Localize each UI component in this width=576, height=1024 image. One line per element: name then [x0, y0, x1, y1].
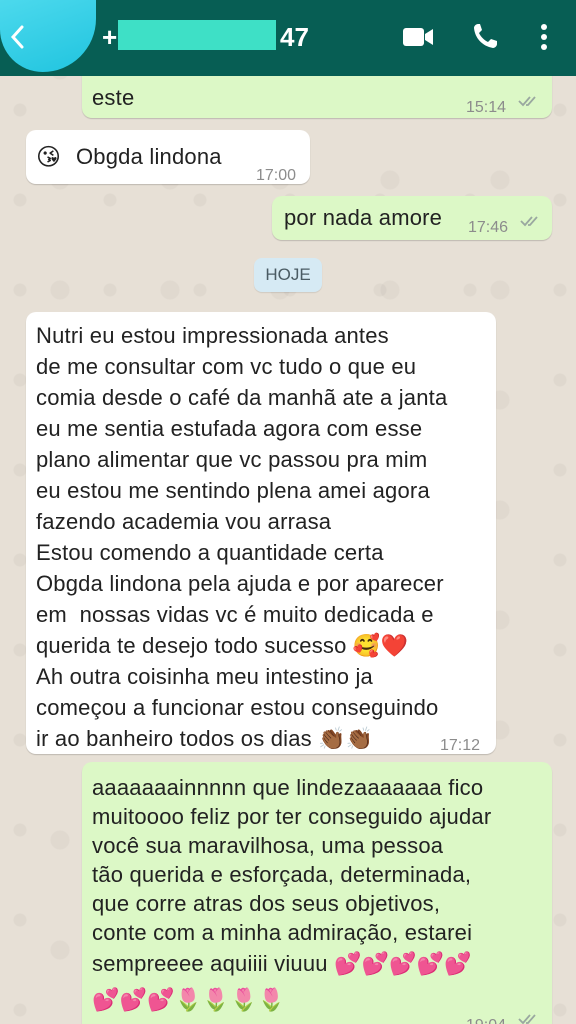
message-line: Estou comendo a quantidade certa [36, 540, 384, 565]
read-ticks-icon [518, 96, 536, 107]
message-time: 17:46 [468, 219, 509, 236]
message-text: este [92, 85, 135, 110]
message-line: Obgda lindona pela ajuda e por aparecer [36, 571, 444, 596]
message-time: 15:14 [466, 99, 507, 116]
kiss-emoji-icon: 😘 [36, 143, 62, 171]
message-line: sempreeee aquiiii viuuu 💕💕💕💕💕 [92, 951, 473, 976]
back-arrow-icon[interactable] [8, 24, 28, 50]
message-text: por nada amore [284, 205, 443, 230]
message-bubble-outgoing[interactable]: por nada amore 17:46 [272, 196, 552, 240]
message-bubble-outgoing[interactable]: aaaaaaainnnnn que lindezaaaaaaa fico mui… [82, 762, 552, 1024]
message-line: Ah outra coisinha meu intestino ja [36, 664, 373, 689]
message-line: tão querida e esforçada, determinada, [92, 862, 472, 887]
chat-header: + 47 [0, 0, 576, 76]
message-line: comia desde o café da manhã ate a janta [36, 385, 448, 410]
message-line: que corre atras dos seus objetivos, [92, 891, 441, 916]
message-line: aaaaaaainnnnn que lindezaaaaaaa fico [92, 775, 484, 800]
message-time: 17:12 [440, 737, 481, 754]
contact-number-redaction [118, 20, 276, 50]
message-line: Nutri eu estou impressionada antes [36, 323, 389, 348]
message-bubble-incoming[interactable]: Nutri eu estou impressionada antes de me… [26, 312, 496, 754]
message-line: você sua maravilhosa, uma pessoa [92, 833, 444, 858]
more-vert-icon[interactable] [538, 22, 550, 52]
contact-suffix[interactable]: 47 [280, 22, 309, 53]
message-line: fazendo academia vou arrasa [36, 509, 332, 534]
video-call-icon[interactable] [402, 26, 434, 48]
date-divider: HOJE [254, 258, 322, 292]
message-time: 17:00 [256, 167, 297, 184]
message-bubble-incoming[interactable]: 😘 Obgda lindona 17:00 [26, 130, 310, 184]
message-line: muitoooo feliz por ter conseguido ajudar [92, 804, 492, 829]
message-line: plano alimentar que vc passou pra mim [36, 447, 428, 472]
message-line: 💕💕💕🌷🌷🌷🌷 [92, 987, 286, 1012]
message-text: Obgda lindona [76, 144, 222, 169]
message-line: eu estou me sentindo plena amei agora [36, 478, 430, 503]
message-time: 19:04 [466, 1010, 506, 1024]
contact-prefix[interactable]: + [102, 22, 117, 53]
message-line: ir ao banheiro todos os dias 👏🏾👏🏾 [36, 726, 374, 751]
message-line: querida te desejo todo sucesso 🥰❤️ [36, 633, 409, 658]
message-line: em nossas vidas vc é muito dedicada e [36, 602, 434, 627]
read-ticks-icon [520, 216, 538, 227]
message-line: de me consultar com vc tudo o que eu [36, 354, 417, 379]
read-ticks-icon [518, 1014, 536, 1024]
message-line: eu me sentia estufada agora com esse [36, 416, 423, 441]
phone-call-icon[interactable] [472, 22, 498, 50]
message-line: começou a funcionar estou conseguindo [36, 695, 439, 720]
message-line: conte com a minha admiração, estarei [92, 920, 473, 945]
